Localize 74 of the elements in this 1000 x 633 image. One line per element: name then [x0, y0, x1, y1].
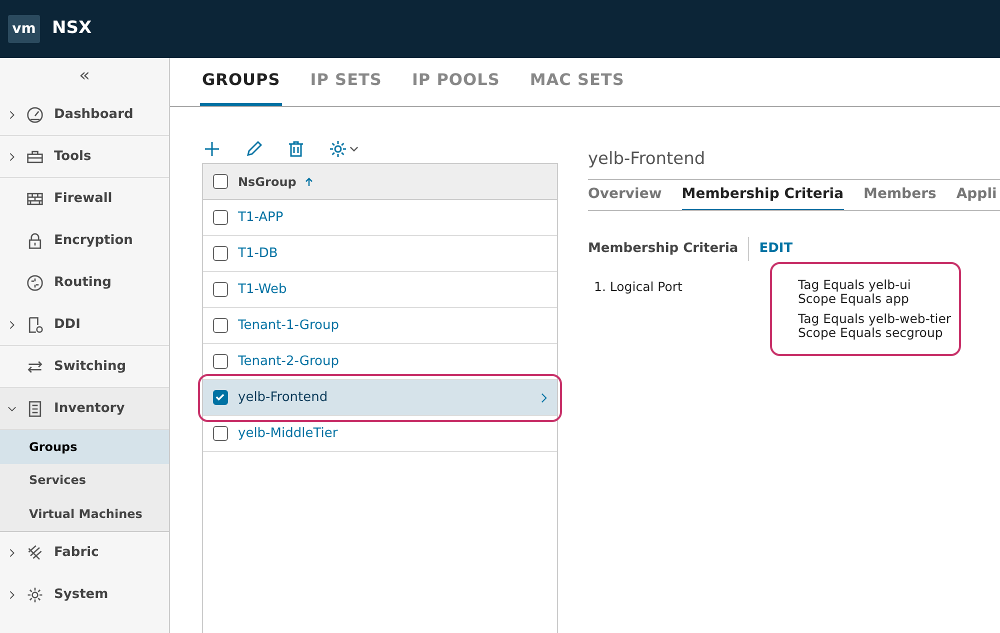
sidebar-item[interactable]: Tools: [0, 136, 169, 178]
section-title: Membership Criteria: [588, 240, 738, 258]
tab[interactable]: IP SETS: [308, 57, 384, 106]
sidebar-label: Routing: [54, 274, 112, 292]
grid-row[interactable]: T1-DB: [203, 236, 557, 272]
router-icon: [26, 274, 44, 292]
sidebar-label: Switching: [54, 358, 126, 376]
grid-row[interactable]: Tenant-1-Group: [203, 308, 557, 344]
row-checkbox[interactable]: [213, 318, 228, 333]
row-checkbox[interactable]: [213, 426, 228, 441]
detail-tab[interactable]: Overview: [588, 180, 662, 210]
condition-text: Scope Equals app: [798, 292, 909, 306]
detail-tab[interactable]: Members: [864, 180, 936, 210]
grid-row[interactable]: T1-APP: [203, 200, 557, 236]
brick-wall-icon: [26, 190, 44, 208]
grid-row[interactable]: yelb-Frontend: [203, 380, 557, 416]
delete-icon[interactable]: [286, 139, 306, 159]
condition-text: Scope Equals secgroup: [798, 326, 943, 340]
tab[interactable]: IP POOLS: [410, 57, 502, 106]
checkmark-icon: [214, 391, 226, 403]
detail-tab[interactable]: Appli: [956, 180, 997, 210]
sidebar-item[interactable]: DDI: [0, 304, 169, 346]
row-checkbox[interactable]: [213, 390, 228, 405]
sidebar-label: Encryption: [54, 232, 133, 250]
column-header[interactable]: NsGroup: [238, 172, 314, 190]
tab[interactable]: MAC SETS: [528, 57, 626, 106]
detail-title: yelb-Frontend: [588, 148, 706, 171]
sidebar-item[interactable]: Fabric: [0, 532, 169, 574]
padlock-icon: [26, 232, 44, 250]
row-checkbox[interactable]: [213, 210, 228, 225]
tab[interactable]: GROUPS: [200, 57, 282, 106]
sidebar-item[interactable]: Encryption: [0, 220, 169, 262]
sidebar-item[interactable]: Firewall: [0, 178, 169, 220]
grid-row[interactable]: yelb-MiddleTier: [203, 416, 557, 452]
grid-row[interactable]: T1-Web: [203, 272, 557, 308]
sidebar-label: Tools: [54, 148, 92, 166]
row-checkbox[interactable]: [213, 354, 228, 369]
edit-icon[interactable]: [244, 139, 264, 159]
sidebar-label: Inventory: [54, 400, 125, 418]
sidebar-subitem[interactable]: Groups: [0, 430, 169, 464]
sort-ascending-icon[interactable]: [304, 176, 314, 186]
edit-link[interactable]: EDIT: [759, 239, 793, 259]
condition-text: Tag Equals yelb-web-tier: [798, 312, 952, 326]
sidebar-label: DDI: [54, 316, 80, 334]
select-all-checkbox[interactable]: [213, 174, 228, 189]
add-icon[interactable]: [202, 139, 222, 159]
gauge-icon: [26, 106, 44, 124]
sidebar-item[interactable]: Inventory: [0, 388, 169, 430]
row-checkbox[interactable]: [213, 246, 228, 261]
group-name: Tenant-2-Group: [238, 352, 340, 371]
criterion-label: 1. Logical Port: [593, 278, 684, 296]
fabric-mesh-icon: [26, 544, 44, 562]
sidebar-item[interactable]: Dashboard: [0, 94, 169, 136]
sidebar-item[interactable]: Routing: [0, 262, 169, 304]
row-checkbox[interactable]: [213, 282, 228, 297]
detail-tab[interactable]: Membership Criteria: [682, 180, 844, 210]
group-name: yelb-MiddleTier: [238, 424, 339, 443]
sidebar-label: Firewall: [54, 190, 112, 208]
gear-icon: [26, 586, 44, 604]
sidebar-label: Dashboard: [54, 106, 134, 124]
document-gear-icon: [26, 316, 44, 334]
sidebar-item[interactable]: System: [0, 574, 169, 616]
group-name: T1-APP: [238, 208, 284, 227]
logo: vm: [8, 15, 40, 43]
clipboard-list-icon: [26, 400, 44, 418]
group-name: Tenant-1-Group: [238, 316, 340, 335]
sidebar-label: System: [54, 586, 108, 604]
group-name: T1-Web: [238, 280, 288, 299]
app-title: NSX: [52, 17, 92, 40]
group-name: T1-DB: [238, 244, 279, 263]
collapse-toggle[interactable]: «: [78, 65, 90, 86]
group-name: yelb-Frontend: [238, 388, 329, 407]
condition-text: Tag Equals yelb-ui: [798, 278, 912, 292]
sidebar-label: Fabric: [54, 544, 99, 562]
